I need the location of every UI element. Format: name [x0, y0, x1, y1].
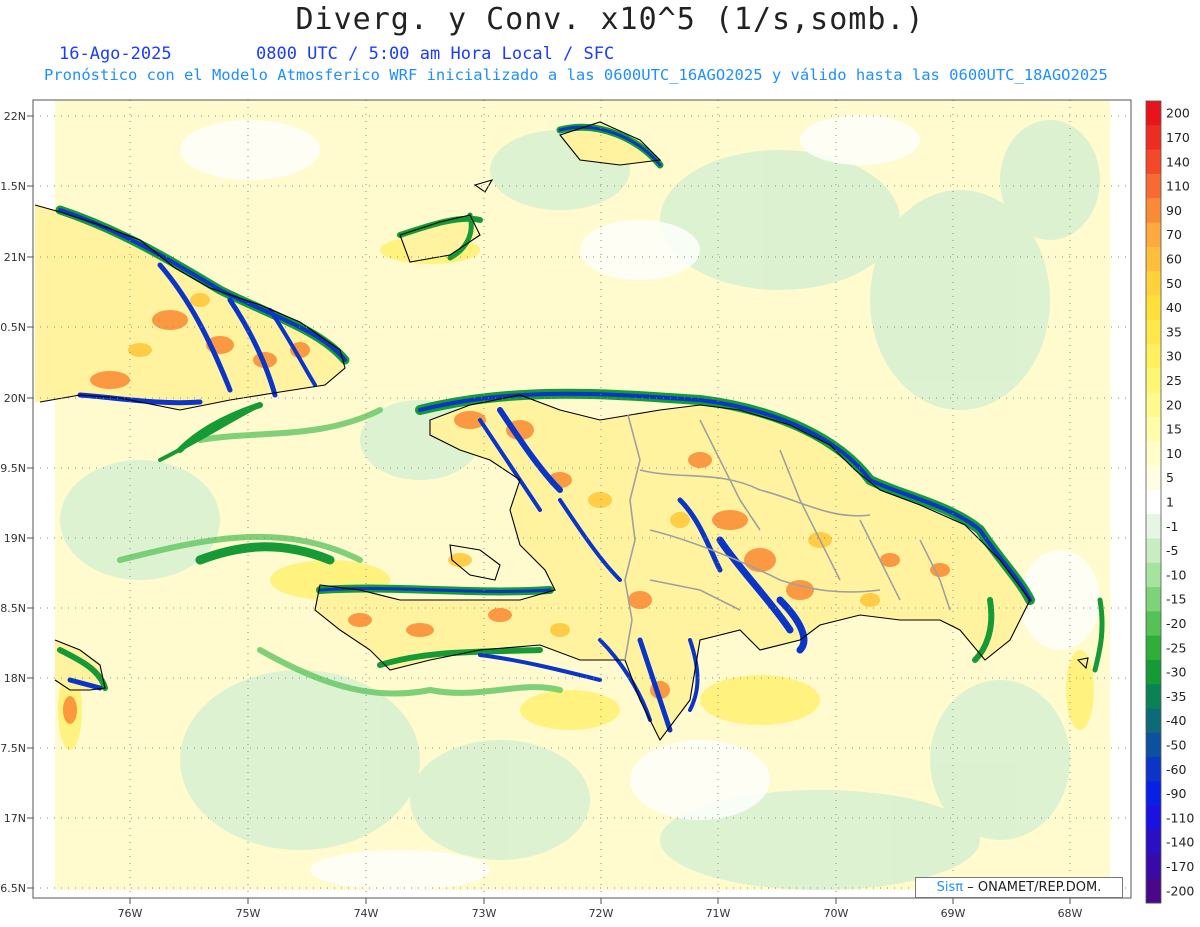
lon-label: 74W [354, 907, 379, 920]
colorbar-label: -40 [1166, 713, 1186, 728]
colorbar-swatch [1146, 805, 1161, 831]
colorbar-label: 60 [1166, 251, 1182, 266]
colorbar-swatch [1146, 781, 1161, 807]
colorbar-swatch [1146, 489, 1161, 515]
colorbar-swatch [1146, 465, 1161, 491]
colorbar-label: -20 [1166, 616, 1186, 631]
colorbar-label: -140 [1166, 835, 1194, 850]
colorbar-label: -10 [1166, 567, 1186, 582]
lat-label: 17N [4, 812, 26, 825]
colorbar-swatch [1146, 854, 1161, 880]
lon-label: 75W [236, 907, 261, 920]
lon-label: 76W [118, 907, 143, 920]
colorbar-swatch [1146, 514, 1161, 539]
colorbar-label: 10 [1166, 446, 1182, 461]
longitude-axis: 76W 75W 74W 73W 72W 71W 70W 69W 68W [118, 907, 1083, 920]
lat-label: 18.5N [0, 602, 26, 615]
lat-label: 21.5N [0, 180, 26, 193]
lon-label: 68W [1058, 907, 1083, 920]
colorbar-swatch [1146, 587, 1161, 612]
lat-label: 19N [4, 532, 26, 545]
colorbar-label: -25 [1166, 640, 1186, 655]
colorbar-swatch [1146, 246, 1161, 272]
colorbar-swatch [1146, 538, 1161, 564]
colorbar-label: 90 [1166, 203, 1182, 218]
colorbar-label: 50 [1166, 276, 1182, 291]
latitude-axis: 22N 21.5N 21N 20.5N 20N 19.5N 19N 18.5N … [0, 110, 26, 895]
colorbar-label: -1 [1166, 519, 1178, 534]
colorbar-swatch [1146, 368, 1161, 394]
lat-label: 20N [4, 392, 26, 405]
field-layer [34, 100, 1110, 890]
colorbar-label: -15 [1166, 592, 1186, 607]
colorbar-swatch [1146, 319, 1161, 345]
lon-label: 72W [589, 907, 614, 920]
colorbar: 200 170 140 110 90 70 60 50 40 35 30 25 20 15 10 5 1 -1 -5… [1145, 100, 1194, 904]
colorbar-label: 20 [1166, 397, 1182, 412]
colorbar-swatch [1146, 684, 1161, 710]
lon-label: 71W [706, 907, 731, 920]
lat-label: 19.5N [0, 462, 26, 475]
colorbar-swatch [1146, 757, 1161, 782]
colorbar-swatch [1146, 198, 1161, 224]
colorbar-swatch [1146, 392, 1161, 418]
colorbar-label: 200 [1166, 106, 1190, 121]
colorbar-label: 35 [1166, 324, 1182, 339]
colorbar-swatch [1146, 344, 1161, 369]
colorbar-label: 40 [1166, 300, 1182, 315]
colorbar-swatch [1146, 878, 1161, 904]
colorbar-label: 25 [1166, 373, 1182, 388]
lat-label: 22N [4, 110, 26, 123]
lat-label: 18N [4, 672, 26, 685]
colorbar-swatch [1146, 271, 1161, 296]
colorbar-swatch [1146, 562, 1161, 588]
colorbar-swatch [1146, 125, 1161, 151]
colorbar-label: 140 [1166, 154, 1190, 169]
lat-label: 20.5N [0, 321, 26, 334]
colorbar-swatch [1146, 149, 1161, 175]
colorbar-label: -30 [1166, 665, 1186, 680]
colorbar-label: 110 [1166, 179, 1190, 194]
lat-label: 17.5N [0, 742, 26, 755]
colorbar-swatch [1146, 611, 1161, 637]
colorbar-swatch [1146, 635, 1161, 661]
colorbar-swatch [1146, 441, 1161, 467]
colorbar-swatch [1146, 708, 1161, 734]
colorbar-label: -60 [1166, 762, 1186, 777]
colorbar-swatch [1146, 416, 1161, 442]
colorbar-label: -90 [1166, 786, 1186, 801]
lon-label: 69W [941, 907, 966, 920]
colorbar-label: -110 [1166, 810, 1194, 825]
colorbar-label: -170 [1166, 859, 1194, 874]
colorbar-label: 15 [1166, 422, 1182, 437]
colorbar-label: 5 [1166, 470, 1174, 485]
colorbar-swatch [1146, 295, 1161, 321]
colorbar-label: 70 [1166, 227, 1182, 242]
colorbar-swatch [1146, 101, 1161, 126]
credit-text: – ONAMET/REP.DOM. [967, 880, 1102, 895]
colorbar-swatch [1146, 173, 1161, 199]
colorbar-label: 1 [1166, 495, 1174, 510]
colorbar-swatch [1146, 830, 1161, 855]
colorbar-label: 30 [1166, 349, 1182, 364]
colorbar-label: -5 [1166, 543, 1178, 558]
lon-label: 70W [824, 907, 849, 920]
colorbar-swatch [1146, 659, 1161, 685]
divergence-map: 22N 21.5N 21N 20.5N 20N 19.5N 19N 18.5N … [0, 99, 1194, 920]
sispi-logo: Sisπ [936, 880, 964, 895]
colorbar-label: 170 [1166, 130, 1190, 145]
colorbar-label: -200 [1166, 883, 1194, 898]
colorbar-label: -50 [1166, 738, 1186, 753]
lat-label: 21N [4, 251, 26, 264]
colorbar-swatch [1146, 222, 1161, 248]
colorbar-label: -35 [1166, 689, 1186, 704]
lat-label: 16.5N [0, 882, 26, 895]
credit-box: Sisπ – ONAMET/REP.DOM. [915, 877, 1123, 898]
lon-label: 73W [472, 907, 497, 920]
colorbar-swatch [1146, 732, 1161, 758]
